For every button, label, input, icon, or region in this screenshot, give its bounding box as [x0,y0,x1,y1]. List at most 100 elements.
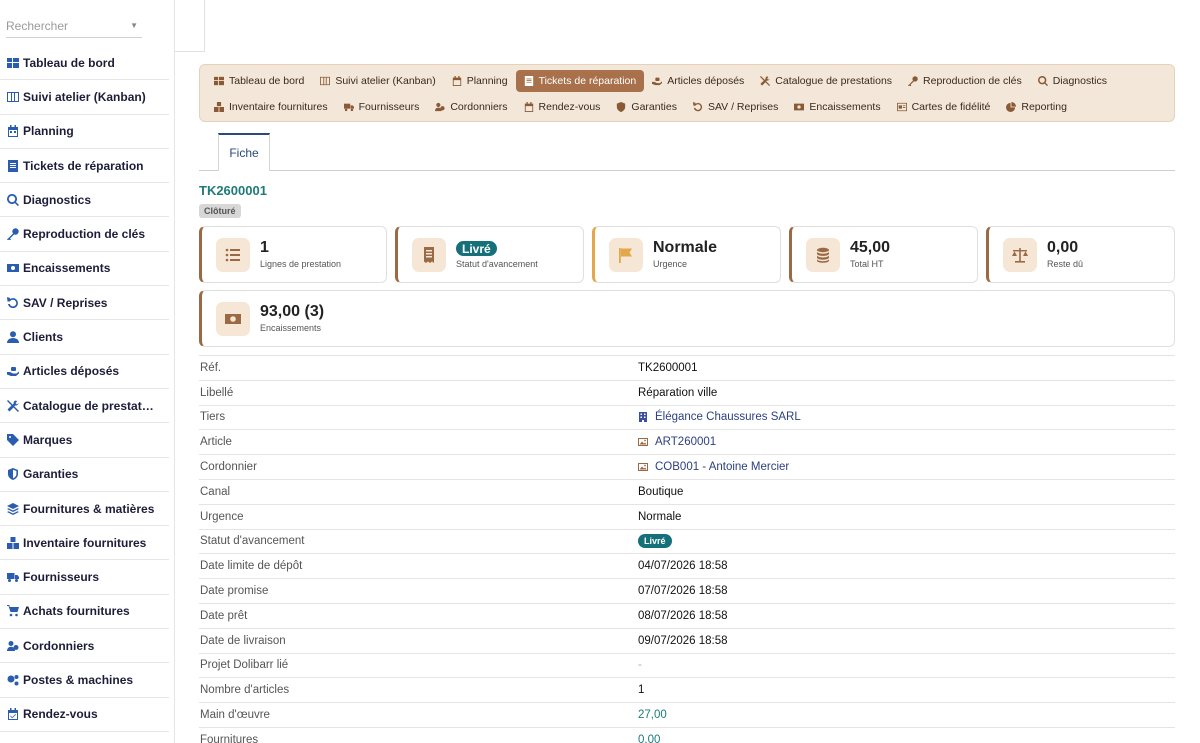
menu-item-label: Rendez-vous [538,101,601,113]
menu-item-encaissements[interactable]: Encaissements [786,96,888,118]
sidebar-item-label: Planning [23,124,74,139]
sidebar-item-diagnostics[interactable]: Diagnostics [0,183,169,218]
sidebar-item-label: Encaissements [23,261,111,276]
menu-item-fidelite[interactable]: Cartes de fidélité [889,96,999,118]
field-value: 04/07/2026 18:58 [638,560,728,573]
field-value: 09/07/2026 18:58 [638,634,728,647]
calendar-icon [6,125,19,138]
menu-item-planning[interactable]: Planning [444,70,516,92]
menu-item-fournisseurs[interactable]: Fournisseurs [336,96,428,118]
menu-item-label: Cartes de fidélité [911,101,991,113]
table-row: Main d'œuvre 27,00 [199,702,1175,727]
chevron-down-icon[interactable]: ▼ [130,21,138,30]
table-row: Date prêt 08/07/2026 18:58 [199,602,1175,628]
sidebar-item-clients[interactable]: Clients [0,320,169,355]
receipt-icon [412,238,446,272]
sidebar-item-tableau-de-bord[interactable]: Tableau de bord [0,46,169,81]
search-icon [1037,76,1048,86]
kpi-card-urgence: Normale Urgence [592,226,781,283]
calendar-icon [452,76,461,86]
truck-icon [6,571,19,584]
menu-item-label: Reporting [1021,101,1067,113]
sidebar-item-label: Diagnostics [23,192,92,207]
sidebar-item-fournisseurs[interactable]: Fournisseurs [0,560,169,595]
sidebar-item-marques[interactable]: Marques [0,423,169,458]
field-value: 27,00 [638,709,667,722]
article-link[interactable]: ART260001 [638,436,716,448]
money-icon [216,302,250,336]
menu-item-articles[interactable]: Articles déposés [644,70,752,92]
flag-icon [609,238,643,272]
menu-item-label: Tickets de réparation [538,75,637,87]
field-label: Projet Dolibarr lié [200,659,289,672]
kpi-status-badge: Livré [456,241,497,256]
sidebar-item-cles[interactable]: Reproduction de clés [0,217,169,252]
menu-item-reporting[interactable]: Reporting [998,96,1075,118]
coins-icon [806,238,840,272]
tab-bar: Fiche [199,133,1175,171]
field-value: Réparation ville [638,386,718,399]
hand-icon [6,365,19,378]
sidebar-item-garanties[interactable]: Garanties [0,458,169,492]
sidebar-item-planning[interactable]: Planning [0,115,169,149]
sidebar-item-cordonniers[interactable]: Cordonniers [0,629,169,664]
table-row: Statut d'avancement Livré [199,528,1175,554]
field-label: Main d'œuvre [200,709,270,722]
field-value: 07/07/2026 18:58 [638,585,728,598]
menu-item-cordonniers[interactable]: Cordonniers [427,96,515,118]
sidebar-item-sav[interactable]: SAV / Reprises [0,286,169,321]
grid-icon [6,56,19,69]
sidebar-item-label: Fournisseurs [23,570,100,585]
gears-icon [6,673,19,686]
field-label: Date promise [200,585,269,598]
menu-item-label: SAV / Reprises [707,101,779,113]
money-icon [794,103,805,111]
sidebar-item-label: Fournitures & matières [23,501,155,516]
tiers-link[interactable]: Élégance Chaussures SARL [638,411,801,423]
menu-item-tableau-de-bord[interactable]: Tableau de bord [206,70,312,92]
table-row: Réf. TK2600001 [199,355,1175,380]
table-row: Canal Boutique [199,478,1175,504]
sidebar-item-encaissements[interactable]: Encaissements [0,252,169,287]
search-input[interactable] [6,16,126,36]
sidebar-item-rendez-vous[interactable]: Rendez-vous [0,698,169,732]
sidebar-item-achats[interactable]: Achats fournitures [0,595,169,630]
field-value: Normale [638,510,682,523]
calendar-check-icon [6,708,19,721]
menu-item-catalogue[interactable]: Catalogue de prestations [752,70,900,92]
record-ref-title: TK2600001 [199,183,267,198]
sidebar-item-postes[interactable]: Postes & machines [0,663,169,698]
menu-item-sav[interactable]: SAV / Reprises [685,96,786,118]
cordonnier-link[interactable]: COB001 - Antoine Mercier [638,461,789,473]
menu-item-label: Inventaire fournitures [229,101,328,113]
key-icon [6,228,19,241]
tools-icon [760,76,771,86]
menu-item-diagnostics[interactable]: Diagnostics [1030,70,1115,92]
sidebar-item-fournitures[interactable]: Fournitures & matières [0,492,169,527]
menu-item-inventaire[interactable]: Inventaire fournitures [206,96,336,118]
table-row: Tiers Élégance Chaussures SARL [199,404,1175,430]
kpi-value: 0,00 [1047,239,1079,256]
sidebar-item-kanban[interactable]: Suivi atelier (Kanban) [0,80,169,115]
calendar-check-icon [524,102,533,112]
menu-item-kanban[interactable]: Suivi atelier (Kanban) [312,70,443,92]
menu-item-tickets[interactable]: Tickets de réparation [515,70,645,92]
image-icon [638,438,648,447]
layers-icon [6,502,19,515]
menu-item-label: Diagnostics [1052,75,1107,87]
menu-item-garanties[interactable]: Garanties [608,96,685,118]
sidebar-item-inventaire[interactable]: Inventaire fournitures [0,526,169,561]
detail-table: Réf. TK2600001 Libellé Réparation ville … [199,355,1175,743]
sidebar-item-label: Inventaire fournitures [23,535,147,550]
field-label: Cordonnier [200,461,257,474]
table-row: Fournitures 0,00 [199,726,1175,743]
tab-fiche[interactable]: Fiche [218,133,270,171]
boxes-icon [6,536,19,549]
sidebar-item-tickets[interactable]: Tickets de réparation [0,149,169,184]
grid-icon [214,76,224,86]
search-box[interactable]: ▼ [6,16,142,38]
menu-item-rendez-vous[interactable]: Rendez-vous [516,96,609,118]
menu-item-cles[interactable]: Reproduction de clés [900,70,1030,92]
sidebar-item-articles[interactable]: Articles déposés [0,355,169,389]
sidebar-item-catalogue[interactable]: Catalogue de prestat… [0,389,169,424]
